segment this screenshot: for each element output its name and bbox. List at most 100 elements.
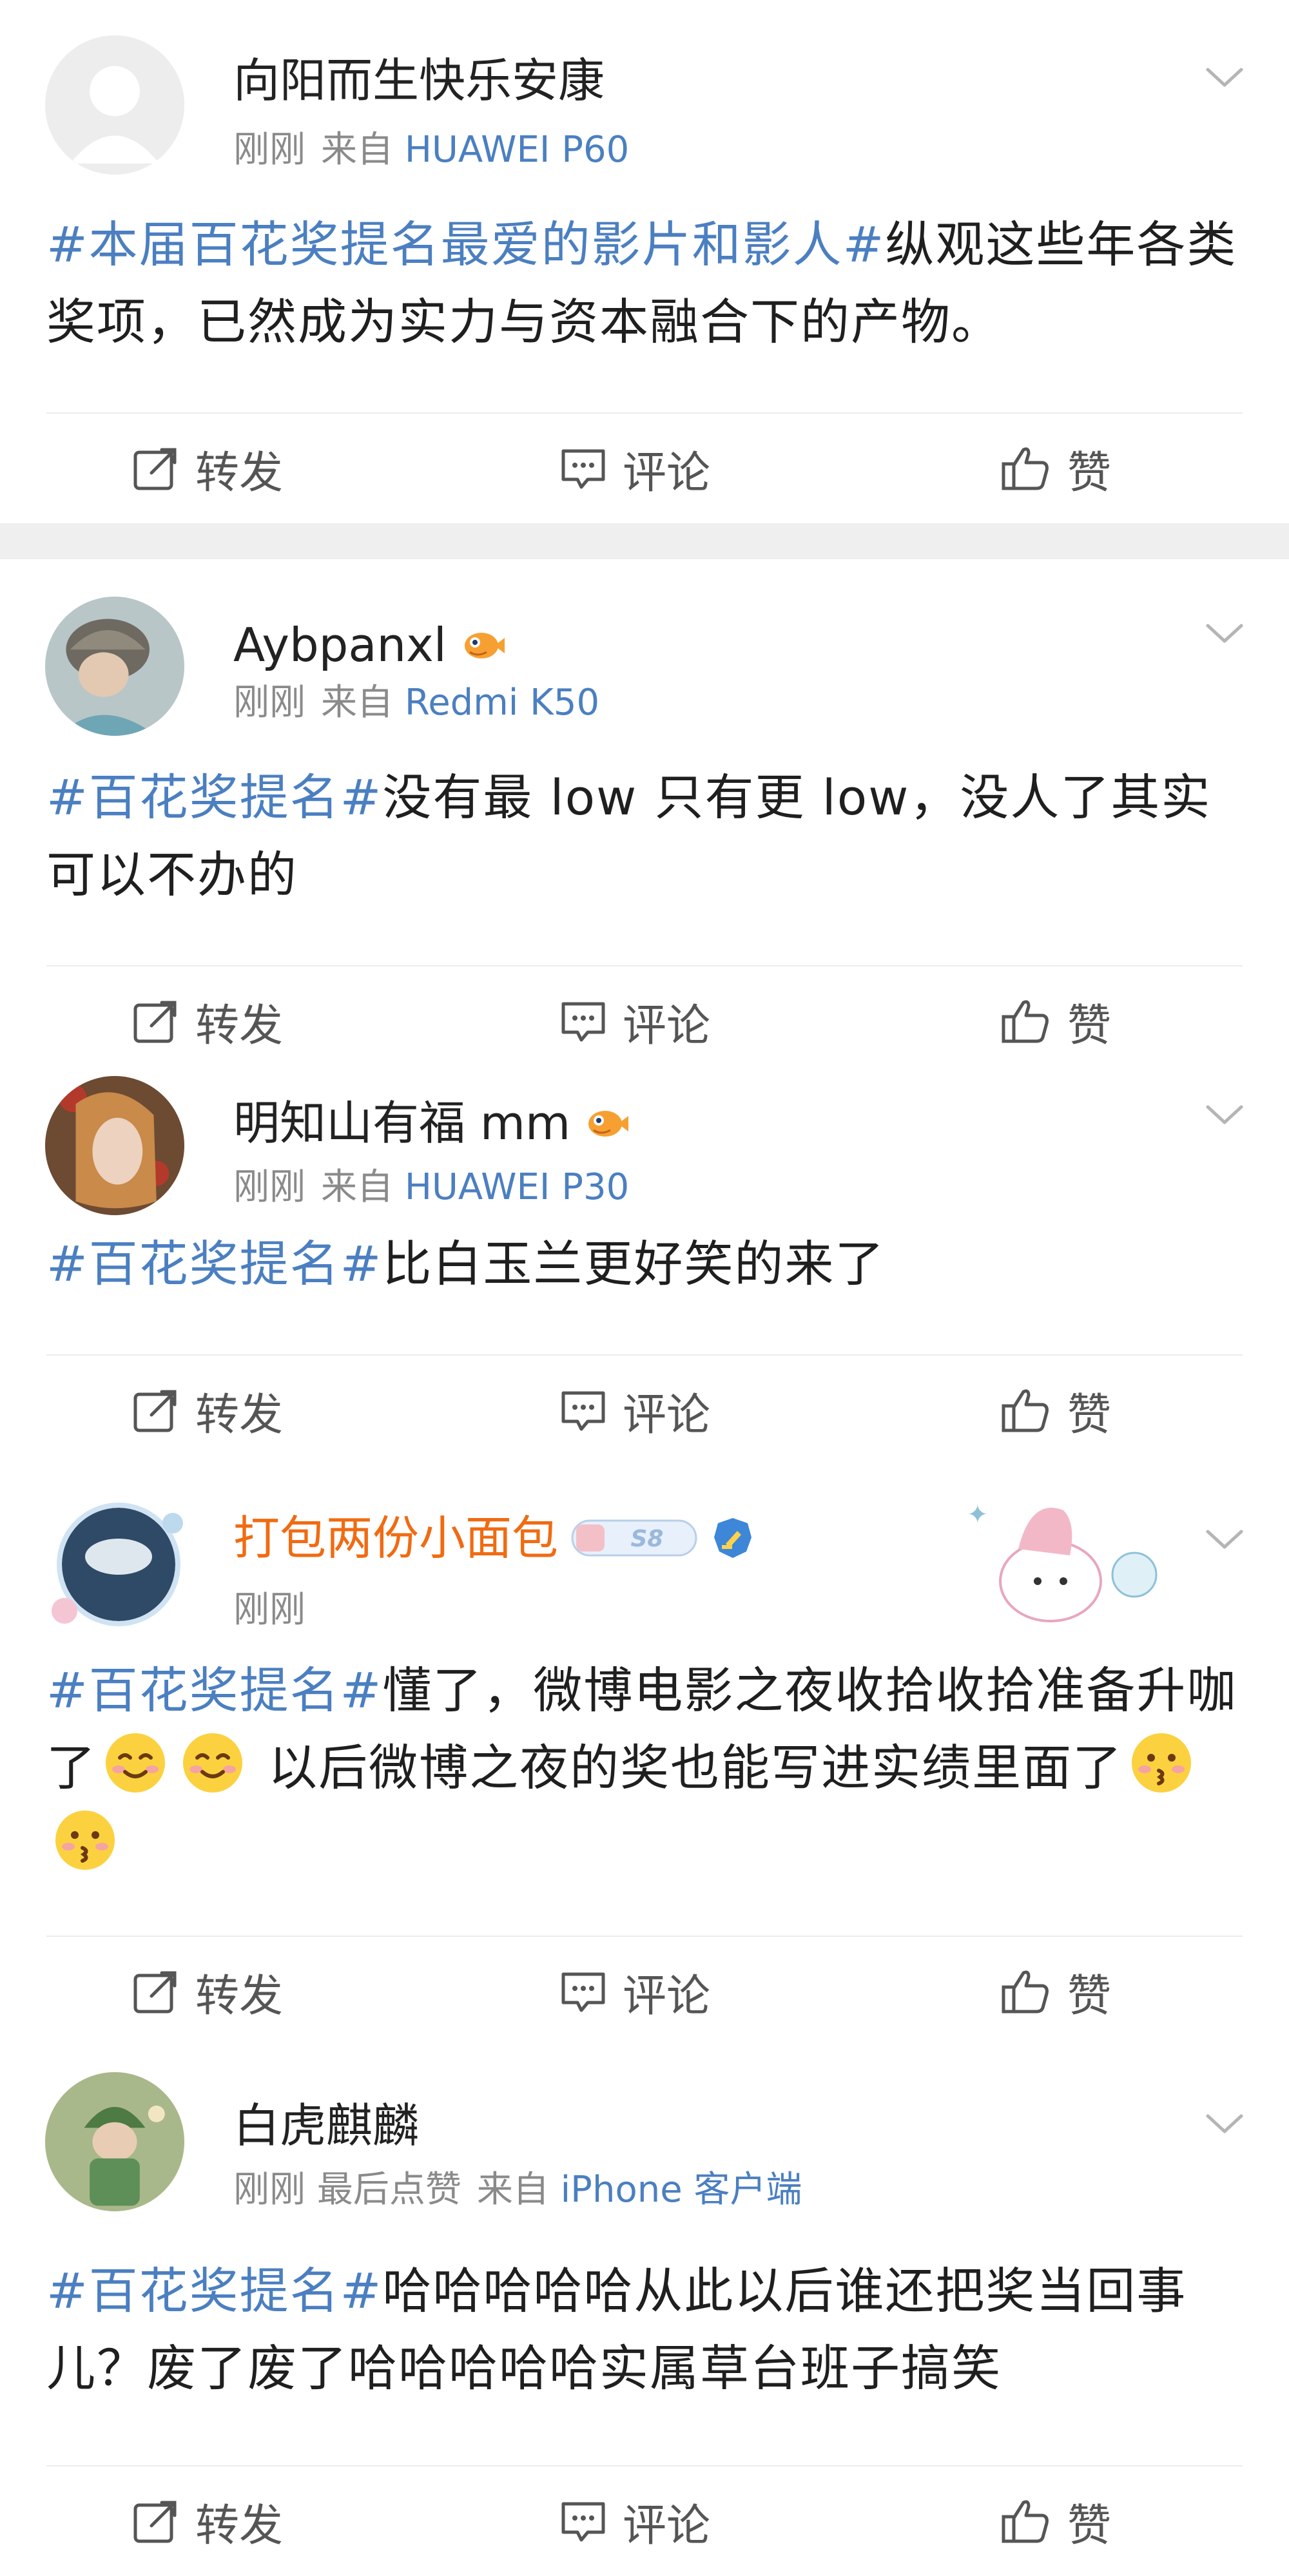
comment-button[interactable]: 评论 [559,966,710,1076]
like-icon [1002,447,1049,490]
post-text: 比白玉兰更好笑的来了 [382,1235,886,1293]
comment-button[interactable]: 评论 [559,414,710,523]
comment-icon [561,1972,605,2012]
avatar-image [45,1076,184,1215]
avatar-decorated[interactable] [39,1485,193,1639]
post-header: Aybpanxl 刚刚 来自 Redmi K50 [0,559,1289,736]
repost-icon [133,1001,177,1043]
extra-meta: 最后点赞 [316,2169,461,2211]
comment-button[interactable]: 评论 [559,2466,710,2576]
chevron-down-icon[interactable] [1205,1102,1244,1128]
post-meta: 刚刚 来自 HUAWEI P60 [233,128,629,173]
chevron-down-icon[interactable] [1205,620,1244,646]
post-time: 刚刚 [233,1589,305,1631]
repost-label: 转发 [195,1970,284,2022]
action-bar: 转发 评论 赞 [0,2466,1289,2576]
post-meta: 刚刚 来自 HUAWEI P30 [233,1165,629,1210]
post-time: 刚刚 [233,682,305,724]
post: 明知山有福 mm 刚刚 来自 HUAWEI P30 #百花奖提名#比白玉兰更好笑的… [0,1076,1289,1465]
chevron-down-icon[interactable] [1205,2111,1244,2137]
hashtag-link[interactable]: #百花奖提名# [46,1662,382,1719]
comment-label: 评论 [623,1389,711,1441]
avatar-image [45,2072,184,2211]
hashtag-link[interactable]: #本届百花奖提名最爱的影片和影人# [46,216,885,273]
chevron-down-icon[interactable] [1205,64,1244,90]
comment-icon [561,1002,605,1042]
avatar-image [39,1485,193,1639]
source-device[interactable]: Redmi K50 [405,682,599,724]
kiss-emoji [53,1808,117,1872]
hashtag-link[interactable]: #百花奖提名# [46,2262,382,2320]
username[interactable]: 白虎麒麟 [233,2097,419,2155]
username[interactable]: 明知山有福 mm [233,1094,570,1152]
post-content: #百花奖提名#比白玉兰更好笑的来了 [0,1211,1289,1354]
like-icon [1002,1000,1049,1043]
avatar-photo[interactable] [45,597,184,736]
username[interactable]: Aybpanxl [233,616,447,674]
post-time: 刚刚 [233,2169,305,2211]
repost-icon [133,1390,177,1432]
hashtag-link[interactable]: #百花奖提名# [46,769,382,826]
chevron-down-icon[interactable] [1205,1526,1244,1552]
like-label: 赞 [1067,1970,1112,2022]
verified-badge-icon [710,1515,755,1561]
source-device[interactable]: HUAWEI P60 [405,129,629,171]
action-bar: 转发 评论 赞 [0,1356,1289,1465]
post-time: 刚刚 [233,129,305,171]
like-icon [1002,1970,1049,2014]
melody-sticker-icon: ✦ [967,1500,1158,1622]
source-prefix: 来自 [321,682,393,724]
svg-text:✦: ✦ [967,1500,989,1530]
source-device[interactable]: HUAWEI P30 [405,1166,629,1208]
repost-label: 转发 [195,2500,284,2552]
comment-label: 评论 [623,1000,711,1052]
post-text-b: 以后微博之夜的奖也能写进实绩里面了 [268,1739,1123,1796]
post-content: #百花奖提名#哈哈哈哈哈从此以后谁还把奖当回事儿？废了废了哈哈哈哈哈实属草台班子… [0,2214,1289,2465]
hashtag-link[interactable]: #百花奖提名# [46,1235,382,1293]
repost-icon [133,2501,177,2543]
comment-button[interactable]: 评论 [559,1356,710,1465]
repost-button[interactable]: 转发 [132,414,283,523]
source-device[interactable]: iPhone 客户端 [561,2169,802,2211]
like-button[interactable]: 赞 [1000,1356,1111,1465]
repost-label: 转发 [195,1000,284,1052]
repost-icon [133,448,177,490]
post-header: 白虎麒麟 刚刚 最后点赞 来自 iPhone 客户端 [0,2046,1289,2214]
source-prefix: 来自 [321,129,393,171]
avatar-photo[interactable] [45,2072,184,2211]
like-label: 赞 [1067,2500,1112,2552]
repost-button[interactable]: 转发 [132,1356,283,1465]
feed-separator [0,523,1289,559]
repost-button[interactable]: 转发 [132,2466,283,2576]
source-prefix: 来自 [476,2169,549,2211]
like-icon [1002,1389,1049,1432]
username-row: 打包两份小面包 S8 [233,1509,755,1567]
like-button[interactable]: 赞 [1000,1937,1111,2046]
comment-button[interactable]: 评论 [559,1937,710,2046]
like-button[interactable]: 赞 [1000,966,1111,1076]
like-label: 赞 [1067,1000,1112,1052]
repost-button[interactable]: 转发 [132,966,283,1076]
like-label: 赞 [1067,1389,1112,1441]
username[interactable]: 向阳而生快乐安康 [233,52,605,110]
username-row: 明知山有福 mm [233,1094,630,1152]
avatar-default[interactable] [45,35,184,175]
decoration-sticker: ✦ [947,1485,1179,1639]
like-button[interactable]: 赞 [1000,2466,1111,2576]
username-row: 向阳而生快乐安康 [233,52,605,110]
post-time: 刚刚 [233,1166,305,1208]
post-header: ✦ 打包两份小面包 S8 刚刚 [0,1465,1289,1639]
post: Aybpanxl 刚刚 来自 Redmi K50 #百花奖提名#没有最 low 只… [0,559,1289,1076]
repost-button[interactable]: 转发 [132,1937,283,2046]
comment-icon [561,1391,605,1431]
smile-emoji [103,1731,168,1795]
vip-badge-text: S8 [631,1526,664,1552]
post: ✦ 打包两份小面包 S8 刚刚 #百花奖提名#懂了，微博电影之夜收拾收拾准备升咖… [0,1465,1289,2046]
kiss-emoji [1129,1731,1194,1795]
username[interactable]: 打包两份小面包 [233,1509,558,1567]
like-button[interactable]: 赞 [1000,414,1111,523]
default-avatar-icon [45,35,184,175]
avatar-photo[interactable] [45,1076,184,1215]
post-meta: 刚刚 来自 Redmi K50 [233,680,599,726]
fish-badge-icon [458,621,506,669]
